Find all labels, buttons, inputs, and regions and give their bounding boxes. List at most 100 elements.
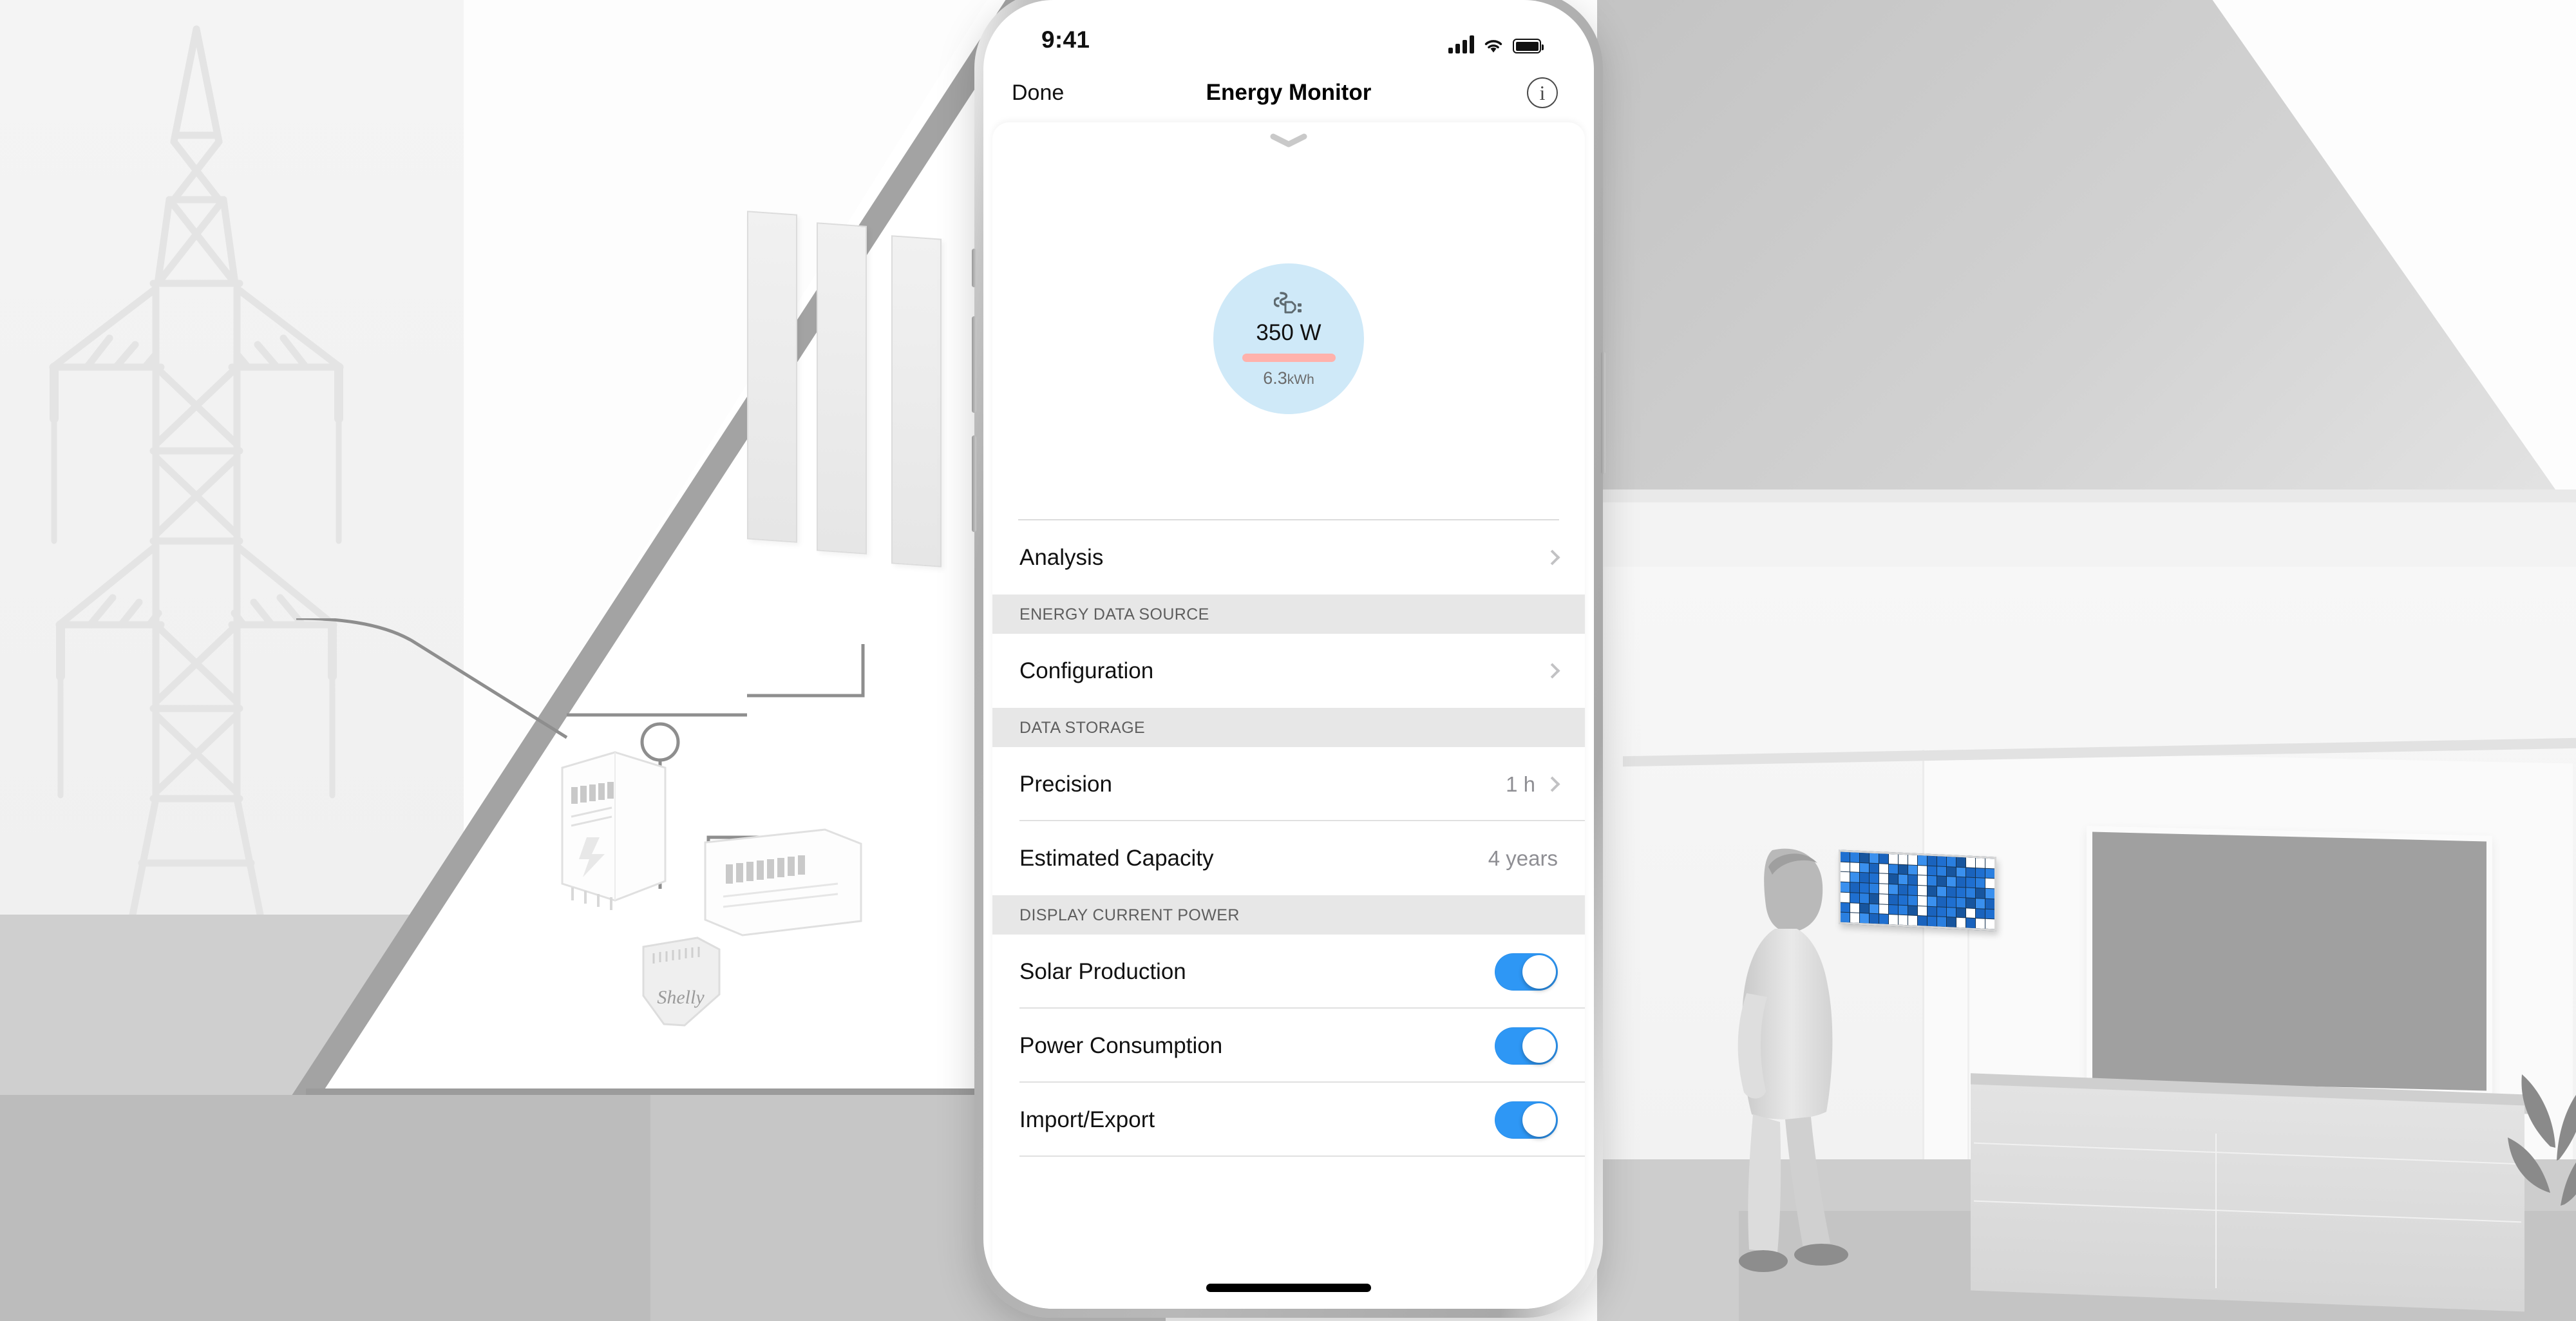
- led-cell: [1956, 857, 1965, 868]
- table-row-precision[interactable]: Precision 1 h: [992, 747, 1585, 821]
- led-cell: [1850, 913, 1859, 923]
- led-cell: [1956, 867, 1965, 877]
- led-cell: [1947, 866, 1956, 877]
- toggle-knob: [1522, 955, 1556, 989]
- led-cell: [1976, 908, 1985, 919]
- power-button[interactable]: [1601, 352, 1605, 474]
- row-accessory: [1495, 1027, 1558, 1065]
- led-cell: [1908, 885, 1917, 895]
- gauge-area: 350 W 6.3kWh: [992, 158, 1585, 519]
- led-cell: [1918, 895, 1927, 906]
- status-icons: [1448, 35, 1544, 53]
- led-cell: [1927, 886, 1937, 897]
- row-label: Solar Production: [1019, 958, 1186, 984]
- led-cell: [1985, 879, 1994, 889]
- led-cell: [1870, 863, 1879, 873]
- row-label: Estimated Capacity: [1019, 845, 1214, 871]
- led-cell: [1947, 887, 1956, 897]
- sheet-grabber[interactable]: [992, 122, 1585, 158]
- mute-switch[interactable]: [972, 249, 976, 287]
- home-indicator[interactable]: [1206, 1284, 1371, 1292]
- navigation-bar: Done Energy Monitor i: [983, 68, 1594, 118]
- led-cell: [1956, 897, 1965, 908]
- row-value: 4 years: [1488, 846, 1558, 870]
- table-row-configuration[interactable]: Configuration: [992, 634, 1585, 708]
- section-header-data-storage: DATA STORAGE: [992, 708, 1585, 747]
- row-label: Import/Export: [1019, 1107, 1155, 1132]
- solar-production-toggle[interactable]: [1495, 953, 1558, 991]
- row-label: Power Consumption: [1019, 1032, 1223, 1058]
- wifi-icon: [1484, 40, 1502, 53]
- led-cell: [1889, 853, 1898, 864]
- led-cell: [1985, 858, 1994, 869]
- table-row-power-consumption: Power Consumption: [992, 1009, 1585, 1083]
- led-cell: [1841, 912, 1850, 923]
- settings-table: Analysis ENERGY DATA SOURCE Configuratio…: [992, 519, 1585, 1157]
- led-cell: [1879, 873, 1888, 884]
- volume-down-button[interactable]: [972, 435, 976, 532]
- led-cell: [1947, 877, 1956, 887]
- led-cell: [1889, 884, 1898, 895]
- led-cell: [1870, 853, 1879, 863]
- toggle-knob: [1522, 1103, 1556, 1137]
- status-bar: 9:41: [983, 0, 1594, 68]
- row-accessory: 1 h: [1506, 772, 1560, 797]
- led-cell: [1879, 914, 1888, 924]
- led-cell: [1947, 907, 1956, 917]
- led-cell: [1985, 868, 1994, 879]
- led-cell: [1976, 898, 1985, 909]
- electrical-cabinet-icon: [561, 751, 667, 910]
- power-gauge[interactable]: 350 W 6.3kWh: [1213, 263, 1364, 414]
- led-cell: [1918, 886, 1927, 896]
- chevron-down-icon: [1270, 133, 1307, 147]
- led-cell: [1976, 878, 1985, 888]
- led-cell: [1860, 873, 1869, 883]
- sideboard-seam: [2215, 1133, 2217, 1289]
- led-cell: [1985, 919, 1994, 929]
- led-cell: [1937, 866, 1946, 877]
- led-cell: [1879, 894, 1888, 904]
- led-cell: [1899, 864, 1908, 875]
- led-cell: [1841, 871, 1850, 882]
- volume-up-button[interactable]: [972, 316, 976, 413]
- done-button[interactable]: Done: [1003, 77, 1073, 109]
- power-consumption-toggle[interactable]: [1495, 1027, 1558, 1065]
- led-cell: [1908, 855, 1917, 865]
- led-cell: [1850, 852, 1859, 862]
- led-cell: [1899, 884, 1908, 895]
- television: [2087, 826, 2492, 1097]
- led-cell: [1889, 874, 1898, 884]
- power-plug-icon: [1274, 292, 1302, 314]
- led-cell: [1841, 892, 1850, 902]
- led-cell: [1850, 872, 1859, 883]
- led-cell: [1889, 904, 1898, 915]
- led-cell: [1841, 882, 1850, 893]
- led-cell: [1841, 851, 1850, 862]
- led-cell: [1899, 915, 1908, 926]
- led-cell: [1927, 916, 1937, 927]
- info-circle-icon[interactable]: i: [1527, 77, 1558, 108]
- led-cell: [1937, 917, 1946, 927]
- led-cell: [1927, 855, 1937, 866]
- phone-screen: 9:41 Done Energy Monitor i 350 W 6.3kWh …: [983, 0, 1594, 1309]
- row-accessory: [1495, 1101, 1558, 1139]
- led-cell: [1860, 893, 1869, 904]
- led-wall-display: [1839, 850, 1996, 931]
- table-row-estimated-capacity: Estimated Capacity 4 years: [992, 821, 1585, 895]
- table-row-analysis[interactable]: Analysis: [992, 520, 1585, 594]
- import-export-toggle[interactable]: [1495, 1101, 1558, 1139]
- row-value: 1 h: [1506, 772, 1535, 796]
- led-cell: [1908, 875, 1917, 886]
- led-cell: [1870, 873, 1879, 884]
- led-cell: [1889, 915, 1898, 925]
- led-cell: [1966, 857, 1975, 868]
- led-cell: [1947, 857, 1956, 867]
- led-cell: [1966, 888, 1975, 898]
- led-cell: [1879, 904, 1888, 915]
- led-cell: [1966, 908, 1975, 918]
- row-label: Precision: [1019, 771, 1112, 797]
- led-cell: [1889, 894, 1898, 905]
- led-cell: [1918, 906, 1927, 916]
- led-cell: [1899, 905, 1908, 915]
- led-cell: [1841, 902, 1850, 913]
